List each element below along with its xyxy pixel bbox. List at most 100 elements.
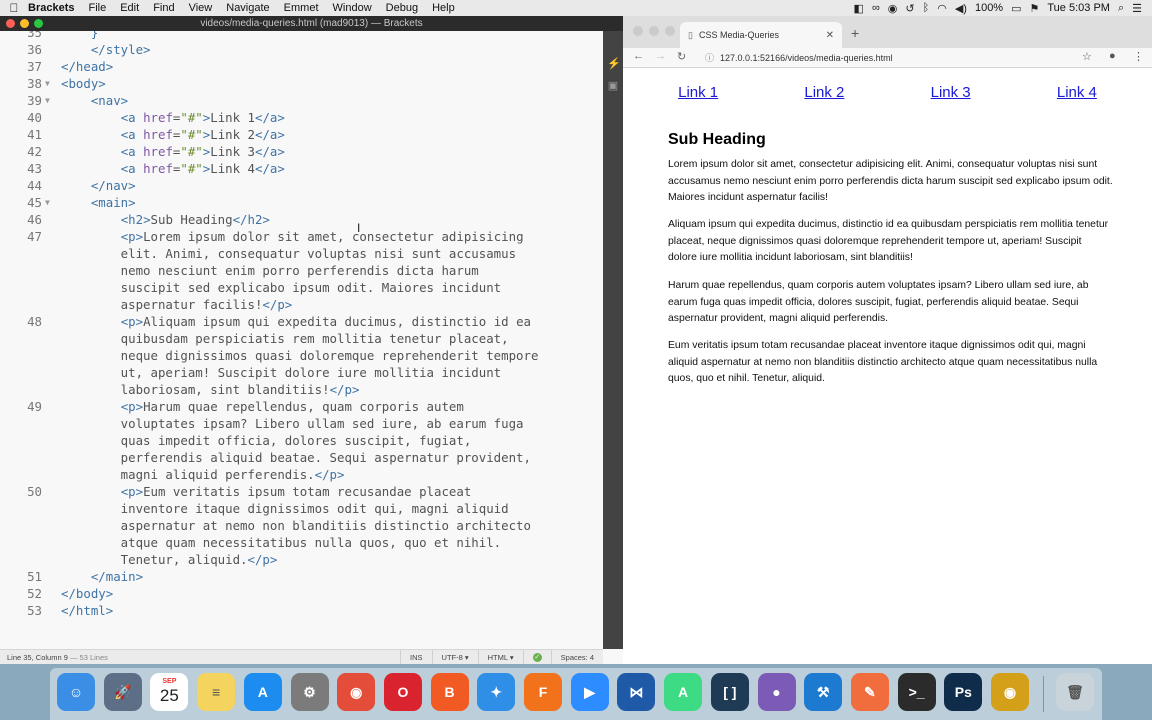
code-line[interactable]: 44 </nav> <box>0 177 603 194</box>
code-line[interactable]: quas impedit officia, dolores suscipit, … <box>0 432 603 449</box>
safari-icon[interactable]: ✦ <box>477 673 516 711</box>
spotlight-search-icon[interactable]: ⌕ <box>1118 2 1124 15</box>
time-machine-icon[interactable]: ↺ <box>905 2 914 15</box>
nav-link-1[interactable]: Link 1 <box>678 84 718 101</box>
fold-arrow-icon[interactable]: ▼ <box>45 75 50 92</box>
menu-edit[interactable]: Edit <box>113 2 146 14</box>
notification-center-icon[interactable]: ☰ <box>1132 2 1142 15</box>
fold-arrow-icon[interactable]: ▼ <box>45 194 50 211</box>
code-line[interactable]: laboriosam, sint blanditiis!</p> <box>0 381 603 398</box>
notes-icon[interactable]: ≡ <box>197 673 236 711</box>
chrome-canary-icon[interactable]: ◉ <box>991 673 1029 711</box>
brave-icon[interactable]: B <box>430 673 469 711</box>
browser-tab[interactable]: ▯ CSS Media-Queries ✕ <box>680 22 842 48</box>
photoshop-icon[interactable]: Ps <box>944 673 983 711</box>
code-line[interactable]: 43 <a href="#">Link 4</a> <box>0 160 603 177</box>
code-line[interactable]: ut, aperiam! Suscipit dolore iure mollit… <box>0 364 603 381</box>
vscode-icon[interactable]: ⋈ <box>617 673 656 711</box>
code-line[interactable]: 38 ▼ <body> <box>0 75 603 92</box>
code-line[interactable]: 42 <a href="#">Link 3</a> <box>0 143 603 160</box>
code-line[interactable]: 37 </head> <box>0 58 603 75</box>
code-line[interactable]: 52 </body> <box>0 585 603 602</box>
code-line[interactable]: 53 </html> <box>0 602 603 619</box>
minimize-window-icon[interactable] <box>20 19 29 28</box>
nav-link-4[interactable]: Link 4 <box>1057 84 1097 101</box>
chrome-icon[interactable]: ◉ <box>337 673 376 711</box>
trash-icon[interactable]: 🗑 <box>1056 673 1094 711</box>
code-line[interactable]: voluptates ipsam? Libero ullam sed iure,… <box>0 415 603 432</box>
wifi-icon[interactable]: ◠ <box>937 2 947 15</box>
code-line[interactable]: nemo nesciunt enim porro perferendis dic… <box>0 262 603 279</box>
code-line[interactable]: 50 <p>Eum veritatis ipsum totam recusand… <box>0 483 603 500</box>
menu-app-name[interactable]: Brackets <box>28 2 81 14</box>
zoom-window-icon[interactable] <box>34 19 43 28</box>
insert-mode[interactable]: INS <box>400 650 432 664</box>
zoom-window-icon[interactable] <box>665 26 675 36</box>
system-preferences-icon[interactable]: ⚙ <box>290 673 329 711</box>
new-tab-icon[interactable]: + <box>851 25 859 41</box>
minimize-window-icon[interactable] <box>649 26 659 36</box>
menu-navigate[interactable]: Navigate <box>219 2 276 14</box>
code-line[interactable]: 45 ▼ <main> <box>0 194 603 211</box>
brackets-icon[interactable]: [ ] <box>710 673 749 711</box>
opera-icon[interactable]: O <box>383 673 422 711</box>
menu-view[interactable]: View <box>182 2 220 14</box>
code-line[interactable]: 48 <p>Aliquam ipsum qui expedita ducimus… <box>0 313 603 330</box>
chrome-menu-icon[interactable]: ⋮ <box>1133 50 1144 63</box>
xcode-icon[interactable]: ⚒ <box>804 673 843 711</box>
code-editor[interactable]: I 35 } 36 </style> 37 </head> 38 ▼ <body> 39 ▼ <… <box>0 31 603 649</box>
lint-status[interactable]: ✓ <box>522 650 551 664</box>
close-window-icon[interactable] <box>633 26 643 36</box>
flag-icon[interactable]: ⚑ <box>1030 2 1040 15</box>
clock[interactable]: Tue 5:03 PM <box>1047 2 1110 14</box>
code-line[interactable]: 41 <a href="#">Link 2</a> <box>0 126 603 143</box>
code-line[interactable]: Tenetur, aliquid.</p> <box>0 551 603 568</box>
menu-window[interactable]: Window <box>326 2 379 14</box>
apple-menu-icon[interactable]:  <box>0 1 28 15</box>
app-store-icon[interactable]: A <box>243 673 282 711</box>
code-line[interactable]: 35 } <box>0 31 603 41</box>
code-line[interactable]: aspernatur at nemo non blanditiis distin… <box>0 517 603 534</box>
extension-manager-icon[interactable]: ▣ <box>607 80 619 92</box>
code-line[interactable]: 46 <h2>Sub Heading</h2> <box>0 211 603 228</box>
code-line[interactable]: 51 </main> <box>0 568 603 585</box>
profile-avatar-icon[interactable]: ● <box>1109 50 1116 62</box>
code-line[interactable]: inventore itaque dignissimos odit qui, m… <box>0 500 603 517</box>
nav-link-3[interactable]: Link 3 <box>931 84 971 101</box>
code-line[interactable]: 36 </style> <box>0 41 603 58</box>
close-window-icon[interactable] <box>6 19 15 28</box>
code-line[interactable]: 39 ▼ <nav> <box>0 92 603 109</box>
indent-spaces[interactable]: Spaces: 4 <box>550 650 603 664</box>
code-line[interactable]: quibusdam perspiciatis rem mollitia tene… <box>0 330 603 347</box>
notification-icon[interactable]: ◧ <box>854 2 864 15</box>
nav-link-2[interactable]: Link 2 <box>804 84 844 101</box>
finder-icon[interactable]: ☺ <box>57 673 95 711</box>
menu-help[interactable]: Help <box>425 2 462 14</box>
code-line[interactable]: 49 <p>Harum quae repellendus, quam corpo… <box>0 398 603 415</box>
back-icon[interactable]: ← <box>633 50 644 62</box>
menu-file[interactable]: File <box>81 2 113 14</box>
calendar-icon[interactable]: SEP 25 <box>150 673 189 711</box>
menu-find[interactable]: Find <box>146 2 181 14</box>
creative-cloud-icon[interactable]: ∞ <box>872 2 880 14</box>
code-line[interactable]: neque dignissimos quasi doloremque repre… <box>0 347 603 364</box>
code-line[interactable]: suscipit sed explicabo ipsum odit. Maior… <box>0 279 603 296</box>
bluetooth-icon[interactable]: ᛒ <box>923 2 930 14</box>
bookmark-star-icon[interactable]: ☆ <box>1082 50 1092 63</box>
menu-emmet[interactable]: Emmet <box>277 2 326 14</box>
code-line[interactable]: 40 <a href="#">Link 1</a> <box>0 109 603 126</box>
firefox-icon[interactable]: F <box>524 673 562 711</box>
screen-record-icon[interactable]: ◉ <box>888 2 898 15</box>
code-line[interactable]: aspernatur facilis!</p> <box>0 296 603 313</box>
site-info-icon[interactable]: ⓘ <box>705 51 714 64</box>
code-line[interactable]: perferendis aliquid beatae. Sequi aspern… <box>0 449 603 466</box>
code-line[interactable]: atque quam necessitatibus nulla quos, qu… <box>0 534 603 551</box>
forward-icon[interactable]: → <box>655 50 666 62</box>
fold-arrow-icon[interactable]: ▼ <box>45 92 50 109</box>
github-desktop-icon[interactable]: ● <box>757 673 796 711</box>
menu-debug[interactable]: Debug <box>379 2 425 14</box>
zoom-icon[interactable]: ▶ <box>570 673 609 711</box>
code-line[interactable]: elit. Animi, consequatur voluptas nisi s… <box>0 245 603 262</box>
launchpad-icon[interactable]: 🚀 <box>103 673 142 711</box>
android-studio-icon[interactable]: A <box>664 673 703 711</box>
